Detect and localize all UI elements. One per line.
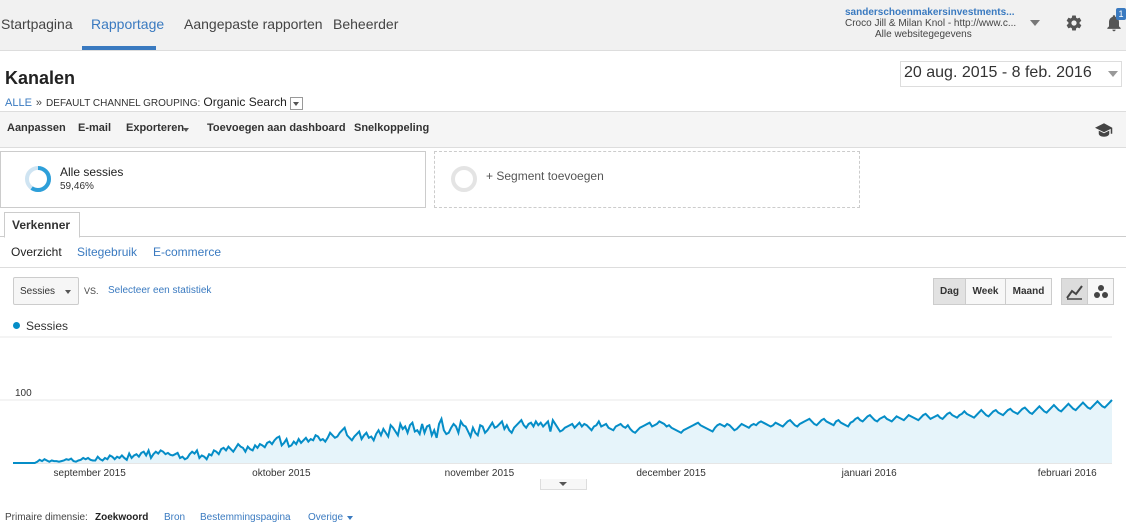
- account-selector[interactable]: sanderschoenmakersinvestments... Croco J…: [845, 7, 1025, 40]
- y-tick-label: 200: [15, 333, 32, 336]
- dimension-overige[interactable]: Overige: [308, 512, 343, 523]
- dimension-bron[interactable]: Bron: [164, 512, 185, 523]
- dimension-zoekwoord[interactable]: Zoekwoord: [95, 512, 148, 523]
- export-label: Exporteren: [126, 122, 185, 134]
- gear-icon[interactable]: [1065, 14, 1083, 32]
- export-chevron-down-icon: [183, 128, 189, 132]
- date-range-label: 20 aug. 2015 - 8 feb. 2016: [904, 64, 1092, 81]
- x-tick-label: oktober 2015: [252, 468, 311, 479]
- granularity-week-button[interactable]: Week: [965, 278, 1006, 305]
- empty-segment-circle-icon: [451, 166, 477, 192]
- nav-active-indicator: [82, 46, 156, 50]
- segment-name: Alle sessies: [60, 165, 124, 179]
- nav-rapportage[interactable]: Rapportage: [91, 16, 164, 32]
- account-property: sanderschoenmakersinvestments...: [845, 7, 1015, 18]
- bubble-chart-icon: [1094, 285, 1108, 298]
- line-chart-icon: [1066, 285, 1083, 300]
- y-tick-label: 100: [15, 388, 32, 399]
- breadcrumb: ALLE» DEFAULT CHANNEL GROUPING: Organic S…: [5, 95, 303, 110]
- notification-badge: 1: [1116, 8, 1126, 20]
- metric-selector[interactable]: Sessies: [13, 277, 79, 305]
- x-tick-label: januari 2016: [841, 468, 897, 479]
- dimension-bestemmingspagina[interactable]: Bestemmingspagina: [200, 512, 291, 523]
- line-chart-toggle[interactable]: [1061, 278, 1088, 305]
- granularity-month-button[interactable]: Maand: [1005, 278, 1052, 305]
- breadcrumb-dropdown-icon[interactable]: [289, 96, 303, 110]
- x-tick-label: november 2015: [445, 468, 515, 479]
- tab-verkenner[interactable]: Verkenner: [4, 212, 80, 238]
- breadcrumb-value: Organic Search: [203, 95, 287, 109]
- segment-percent: 59,46%: [60, 181, 94, 192]
- granularity-week-label: Week: [972, 286, 999, 297]
- chart-legend: Sessies: [13, 319, 68, 333]
- subtab-ecommerce[interactable]: E-commerce: [153, 245, 221, 259]
- date-chevron-down-icon: [1108, 71, 1118, 77]
- date-range-picker[interactable]: 20 aug. 2015 - 8 feb. 2016: [900, 61, 1122, 87]
- breadcrumb-grouping: DEFAULT CHANNEL GROUPING:: [46, 98, 201, 109]
- breadcrumb-all-link[interactable]: ALLE: [5, 97, 32, 109]
- legend-series-name: Sessies: [26, 319, 69, 333]
- shortcut-button[interactable]: Snelkoppeling: [354, 122, 429, 134]
- email-button[interactable]: E-mail: [78, 122, 111, 134]
- tab-divider: [0, 236, 1126, 237]
- account-owner: Croco Jill & Milan Knol - http://www.c..…: [845, 18, 1017, 29]
- motion-chart-toggle[interactable]: [1087, 278, 1114, 305]
- granularity-day-label: Dag: [940, 286, 959, 297]
- segment-donut-icon: [25, 166, 51, 192]
- add-segment-label: + Segment toevoegen: [486, 169, 604, 183]
- graduation-cap-icon[interactable]: [1095, 123, 1113, 137]
- account-view: Alle websitegegevens: [875, 29, 972, 40]
- page-title: Kanalen: [5, 68, 76, 88]
- add-to-dashboard-button[interactable]: Toevoegen aan dashboard: [207, 122, 346, 134]
- metric-selector-label: Sessies: [20, 286, 56, 297]
- customize-button[interactable]: Aanpassen: [7, 122, 66, 134]
- sessions-chart[interactable]: 200 100 september 2015 oktober 2015 november…: [0, 333, 1126, 479]
- nav-beheerder[interactable]: Beheerder: [333, 16, 398, 32]
- nav-startpagina[interactable]: Startpagina: [1, 16, 73, 32]
- nav-aangepaste-rapporten[interactable]: Aangepaste rapporten: [184, 16, 323, 32]
- subtab-divider: [0, 267, 1126, 268]
- x-tick-label: september 2015: [54, 468, 127, 479]
- metric-chevron-down-icon: [65, 290, 71, 294]
- tab-verkenner-label: Verkenner: [12, 218, 71, 232]
- overige-chevron-down-icon: [347, 516, 353, 520]
- segment-all-sessions[interactable]: Alle sessies 59,46%: [0, 151, 426, 208]
- primary-dimension-label: Primaire dimensie:: [5, 512, 88, 523]
- x-tick-label: december 2015: [636, 468, 706, 479]
- breadcrumb-separator: »: [35, 97, 43, 109]
- top-navigation: Startpagina Rapportage Aangepaste rappor…: [0, 0, 1126, 51]
- vs-label: VS.: [84, 286, 99, 296]
- primary-dimension-bar: Primaire dimensie: Zoekwoord Bron Bestem…: [5, 512, 353, 523]
- subtab-overzicht[interactable]: Overzicht: [11, 245, 62, 259]
- chart-collapse-toggle[interactable]: [540, 479, 587, 490]
- granularity-day-button[interactable]: Dag: [933, 278, 966, 305]
- subtab-sitegebruik[interactable]: Sitegebruik: [77, 245, 137, 259]
- granularity-month-label: Maand: [1012, 286, 1045, 297]
- add-segment-button[interactable]: + Segment toevoegen: [434, 151, 860, 208]
- account-chevron-down-icon[interactable]: [1030, 20, 1040, 26]
- x-tick-label: februari 2016: [1038, 468, 1097, 479]
- report-toolbar: Aanpassen E-mail Exporteren Toevoegen aa…: [0, 111, 1126, 148]
- legend-dot-icon: [13, 322, 20, 329]
- export-button[interactable]: Exporteren: [126, 122, 184, 134]
- select-metric-link[interactable]: Selecteer een statistiek: [108, 285, 211, 296]
